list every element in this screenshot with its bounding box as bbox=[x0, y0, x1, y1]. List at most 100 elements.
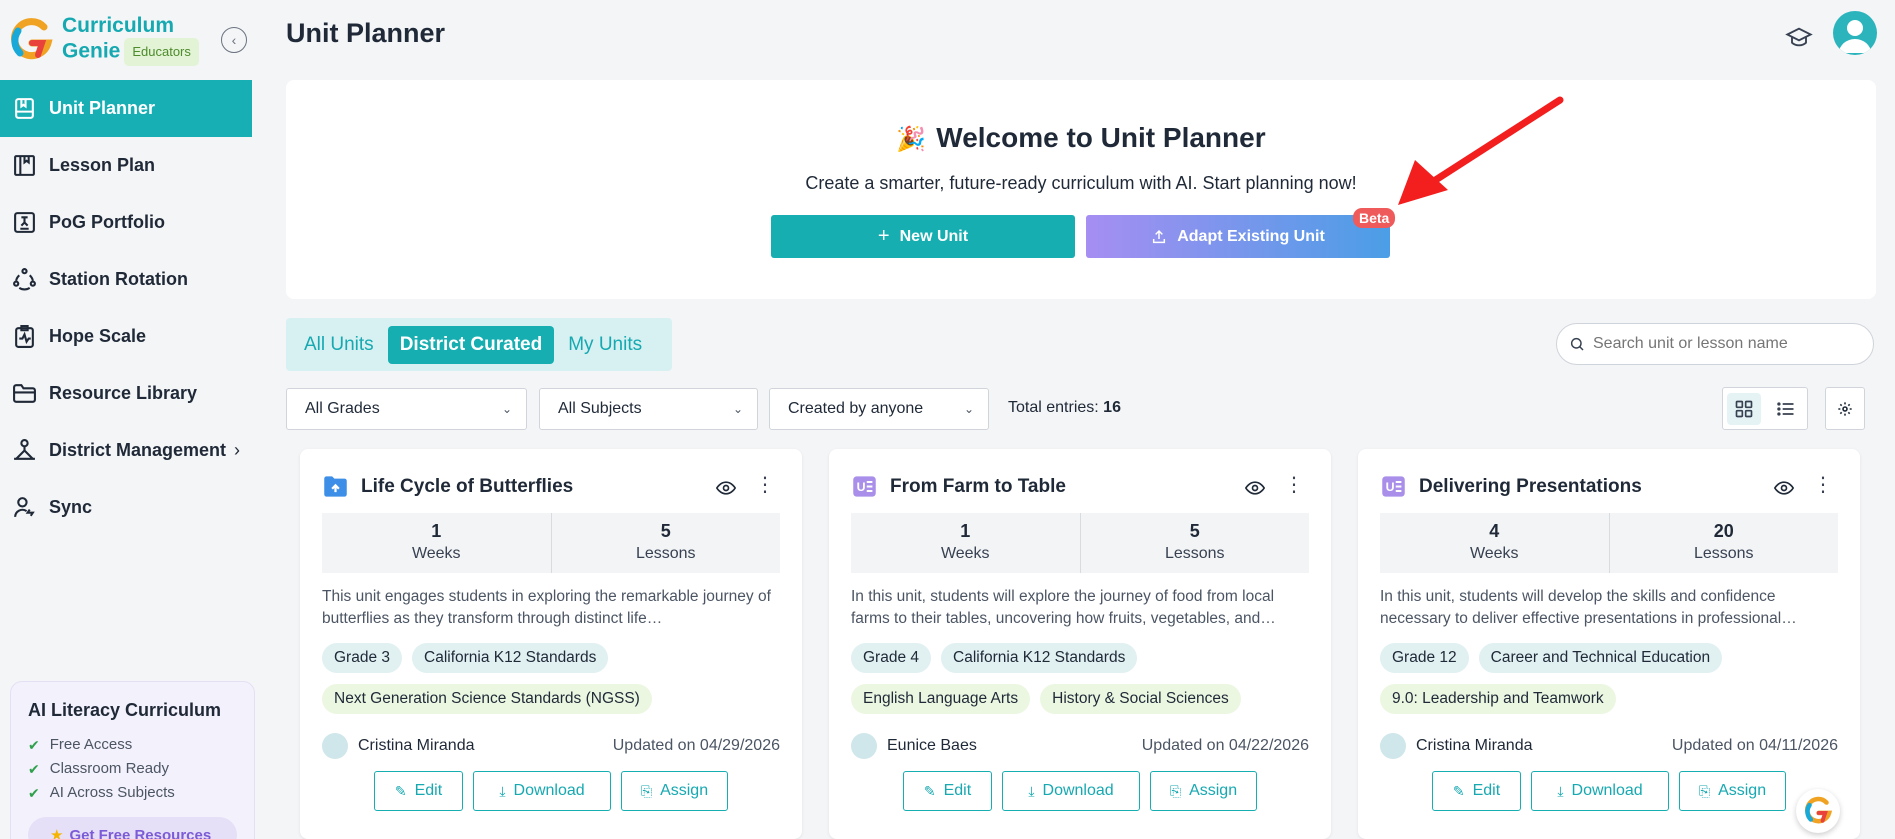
tab-all-units[interactable]: All Units bbox=[292, 326, 386, 364]
weeks-label: Weeks bbox=[411, 545, 461, 562]
sidebar-item-label: Resource Library bbox=[49, 383, 198, 403]
red-arrow-annotation bbox=[1398, 96, 1564, 205]
unit-card[interactable]: U Delivering Presentations ⋮ 4 Weeks 20 Le… bbox=[1358, 449, 1860, 839]
download-button[interactable]: ⤓ Download bbox=[1002, 771, 1140, 811]
svg-text:U: U bbox=[857, 480, 866, 494]
portfolio-icon bbox=[14, 212, 35, 233]
assign-button[interactable]: ⎘ Assign bbox=[1150, 771, 1257, 811]
unit-card[interactable]: U From Farm to Table ⋮ 1 Weeks 5 Lessons I… bbox=[829, 449, 1331, 839]
edit-button[interactable]: ✎ Edit bbox=[374, 771, 463, 811]
more-options-icon[interactable]: ⋮ bbox=[1284, 475, 1304, 495]
brand[interactable]: Curriculum Genie Educators bbox=[8, 14, 199, 66]
edit-button[interactable]: ✎ Edit bbox=[1432, 771, 1521, 811]
eye-icon[interactable] bbox=[1774, 478, 1794, 498]
lessons-label: Lessons bbox=[1164, 545, 1225, 562]
assistant-fab[interactable] bbox=[1796, 789, 1840, 833]
card-actions: ✎ Edit ⤓ Download ⎘ Assign bbox=[829, 771, 1331, 811]
new-unit-button[interactable]: + New Unit bbox=[771, 215, 1075, 258]
sidebar-item-station-rotation[interactable]: Station Rotation bbox=[0, 251, 252, 308]
user-avatar-icon bbox=[1839, 20, 1871, 53]
more-options-icon[interactable]: ⋮ bbox=[1813, 475, 1833, 495]
card-author: Eunice Baes bbox=[851, 733, 977, 759]
search-box[interactable] bbox=[1556, 323, 1874, 365]
lessons-count: 5 bbox=[660, 521, 671, 541]
sidebar-nav: Unit Planner Lesson Plan PoG Portfolio S… bbox=[0, 80, 252, 536]
check-icon: ✔ bbox=[28, 737, 40, 753]
party-popper-icon: 🎉 bbox=[896, 126, 927, 153]
chevron-left-icon: ‹ bbox=[231, 32, 237, 48]
list-view-button[interactable] bbox=[1769, 393, 1803, 425]
card-tags: Grade 12 Career and Technical Education … bbox=[1380, 643, 1850, 725]
assign-button[interactable]: ⎘ Assign bbox=[1679, 771, 1786, 811]
search-icon bbox=[1570, 337, 1584, 351]
settings-button[interactable] bbox=[1825, 387, 1865, 430]
tag: California K12 Standards bbox=[412, 643, 609, 673]
card-description: This unit engages students in exploring … bbox=[322, 588, 771, 627]
card-author: Cristina Miranda bbox=[322, 733, 474, 759]
brand-name-line2: Genie Educators bbox=[62, 38, 199, 66]
welcome-subtitle: Create a smarter, future-ready curriculu… bbox=[805, 173, 1357, 193]
weeks-label: Weeks bbox=[940, 545, 990, 562]
card-author: Cristina Miranda bbox=[1380, 733, 1532, 759]
promo-item: ✔ Classroom Ready bbox=[28, 757, 237, 781]
edit-button[interactable]: ✎ Edit bbox=[903, 771, 992, 811]
eye-icon[interactable] bbox=[1245, 478, 1265, 498]
chevron-down-icon: ⌄ bbox=[501, 402, 512, 416]
assign-button[interactable]: ⎘ Assign bbox=[621, 771, 728, 811]
sidebar-item-district-management[interactable]: District Management › bbox=[0, 422, 252, 479]
tag: Grade 4 bbox=[851, 643, 932, 673]
book-icon bbox=[14, 155, 35, 176]
card-tags: Grade 4 California K12 Standards English… bbox=[851, 643, 1321, 725]
genie-logo-icon bbox=[1805, 796, 1833, 824]
lessons-label: Lessons bbox=[1693, 545, 1754, 562]
sidebar-item-sync[interactable]: Sync bbox=[0, 479, 252, 536]
download-icon: ⤓ bbox=[1028, 782, 1035, 799]
pencil-icon: ✎ bbox=[394, 782, 407, 799]
unit-card[interactable]: Life Cycle of Butterflies ⋮ 1 Weeks 5 Less… bbox=[300, 449, 802, 839]
brand-name-line1: Curriculum bbox=[62, 14, 175, 37]
tab-my-units[interactable]: My Units bbox=[556, 326, 654, 364]
sidebar-item-lesson-plan[interactable]: Lesson Plan bbox=[0, 137, 252, 194]
collapse-sidebar-button[interactable]: ‹ bbox=[221, 27, 247, 53]
bookmark-book-icon bbox=[15, 98, 34, 119]
grades-select[interactable]: All Grades ⌄ bbox=[286, 388, 527, 430]
avatar[interactable] bbox=[1833, 11, 1877, 55]
chevron-down-icon: ⌄ bbox=[963, 402, 974, 416]
brand-badge: Educators bbox=[124, 38, 199, 66]
search-input[interactable] bbox=[1593, 335, 1853, 353]
welcome-title: 🎉 Welcome to Unit Planner bbox=[896, 122, 1266, 153]
tag: Grade 12 bbox=[1380, 643, 1469, 673]
lessons-count: 5 bbox=[1189, 521, 1200, 541]
graduation-cap-icon[interactable] bbox=[1785, 24, 1813, 52]
card-actions: ✎ Edit ⤓ Download ⎘ Assign bbox=[1358, 771, 1860, 811]
sidebar-item-hope-scale[interactable]: Hope Scale bbox=[0, 308, 252, 365]
sidebar-item-pog-portfolio[interactable]: PoG Portfolio bbox=[0, 194, 252, 251]
get-free-resources-button[interactable]: ★ Get Free Resources bbox=[28, 817, 237, 839]
tab-district-curated[interactable]: District Curated bbox=[387, 325, 555, 364]
beta-badge: Beta bbox=[1353, 208, 1396, 228]
adapt-existing-unit-button[interactable]: Adapt Existing Unit bbox=[1086, 215, 1390, 258]
pencil-icon: ✎ bbox=[1452, 782, 1465, 799]
author-avatar bbox=[322, 733, 348, 759]
sidebar-item-label: Hope Scale bbox=[49, 326, 147, 346]
creator-select[interactable]: Created by anyone ⌄ bbox=[769, 388, 989, 430]
clipboard-pulse-icon bbox=[15, 325, 34, 348]
view-toggle bbox=[1722, 387, 1808, 430]
more-options-icon[interactable]: ⋮ bbox=[755, 475, 775, 495]
unit-doc-icon: U bbox=[1382, 476, 1405, 497]
lessons-label: Lessons bbox=[635, 545, 696, 562]
subjects-select[interactable]: All Subjects ⌄ bbox=[539, 388, 758, 430]
tag: Career and Technical Education bbox=[1478, 643, 1723, 673]
assign-icon: ⎘ bbox=[1698, 782, 1711, 799]
sidebar-item-label: Sync bbox=[49, 497, 93, 517]
card-title: Delivering Presentations bbox=[1419, 475, 1642, 497]
grid-view-button[interactable] bbox=[1727, 392, 1761, 425]
eye-icon[interactable] bbox=[716, 478, 736, 498]
download-button[interactable]: ⤓ Download bbox=[1531, 771, 1669, 811]
promo-item: ✔ AI Across Subjects bbox=[28, 781, 237, 805]
sidebar-item-unit-planner[interactable]: Unit Planner bbox=[0, 80, 252, 137]
card-stats: 1 Weeks 5 Lessons bbox=[851, 513, 1309, 573]
weeks-count: 4 bbox=[1489, 521, 1500, 541]
sidebar-item-resource-library[interactable]: Resource Library bbox=[0, 365, 252, 422]
download-button[interactable]: ⤓ Download bbox=[473, 771, 611, 811]
